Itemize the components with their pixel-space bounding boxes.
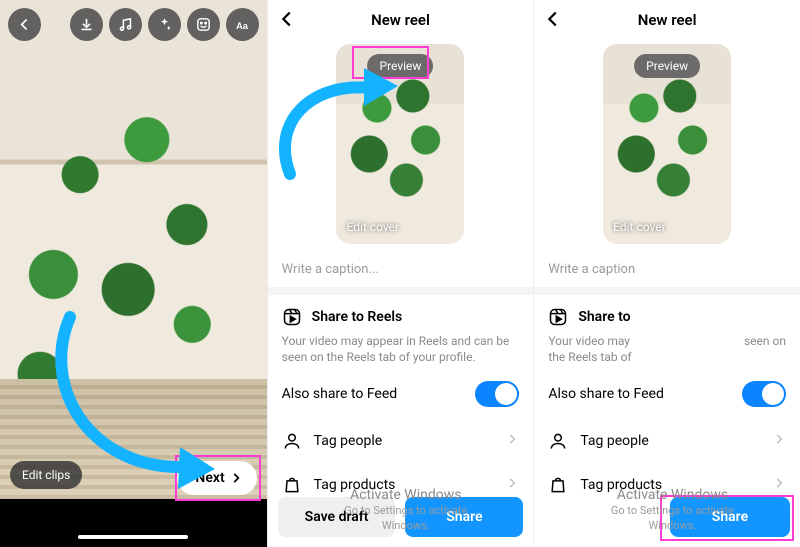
section-desc-line2: the Reels tab of [548, 349, 786, 365]
cover-thumbnail[interactable]: Preview Edit cover [336, 44, 464, 244]
section-desc: Your video may seen on [548, 333, 786, 349]
chevron-right-icon [229, 471, 243, 485]
chevron-right-icon [772, 476, 786, 494]
sticker-icon[interactable] [187, 8, 220, 41]
tag-products-label: Tag products [314, 477, 396, 493]
download-icon[interactable] [70, 8, 103, 41]
preview-button[interactable]: Preview [368, 54, 434, 78]
also-share-label: Also share to Feed [282, 386, 398, 402]
also-share-label: Also share to Feed [548, 386, 664, 402]
text-icon[interactable]: Aa [226, 8, 259, 41]
tag-people-row[interactable]: Tag people [268, 419, 534, 463]
also-share-to-feed-row: Also share to Feed [268, 369, 534, 419]
screen-new-reel-a: New reel Preview Edit cover Write a capt… [267, 0, 534, 547]
edit-cover-button[interactable]: Edit cover [613, 220, 666, 234]
chevron-right-icon [772, 432, 786, 450]
section-title: Share to [578, 309, 630, 325]
share-to-reels-section: Share to Reels Your video may appear in … [268, 295, 534, 369]
edit-cover-button[interactable]: Edit cover [346, 220, 399, 234]
svg-text:Aa: Aa [236, 21, 249, 31]
reels-icon [282, 307, 302, 327]
back-icon[interactable] [8, 8, 41, 41]
caption-input[interactable]: Write a caption... [268, 244, 534, 287]
header: New reel [268, 0, 534, 40]
header-title: New reel [638, 11, 697, 29]
tag-people-label: Tag people [580, 433, 649, 449]
chevron-right-icon [505, 432, 519, 450]
next-button[interactable]: Next [177, 461, 256, 495]
also-share-toggle[interactable] [742, 381, 786, 407]
share-button[interactable]: Share [405, 497, 523, 537]
screen-editor: Aa Edit clips Next [0, 0, 267, 547]
also-share-to-feed-row: Also share to Feed [534, 369, 800, 419]
home-indicator [78, 535, 188, 539]
divider [268, 287, 534, 295]
share-to-section: Share to Your video may seen on the Reel… [534, 295, 800, 369]
tag-people-row[interactable]: Tag people [534, 419, 800, 463]
cover-thumbnail[interactable]: Preview Edit cover [603, 44, 731, 244]
divider [534, 287, 800, 295]
share-button[interactable]: Share [670, 497, 790, 537]
footer-buttons: Share [534, 497, 800, 537]
header-title: New reel [371, 11, 430, 29]
caption-input[interactable]: Write a caption [534, 244, 800, 287]
chevron-right-icon [505, 476, 519, 494]
tag-products-label: Tag products [580, 477, 662, 493]
user-icon [282, 431, 302, 451]
screen-new-reel-b: New reel Preview Edit cover Write a capt… [533, 0, 800, 547]
back-icon[interactable] [542, 8, 564, 34]
section-desc: Your video may appear in Reels and can b… [282, 333, 520, 365]
header: New reel [534, 0, 800, 40]
next-button-label: Next [195, 470, 224, 486]
section-title: Share to Reels [312, 309, 403, 325]
back-icon[interactable] [276, 8, 298, 34]
tag-people-label: Tag people [314, 433, 383, 449]
bag-icon [548, 475, 568, 495]
bottom-bar [0, 499, 267, 547]
effects-icon[interactable] [148, 8, 181, 41]
edit-clips-button[interactable]: Edit clips [10, 461, 82, 489]
editor-toolbar: Aa [0, 8, 267, 41]
save-draft-button[interactable]: Save draft [278, 497, 396, 537]
also-share-toggle[interactable] [475, 381, 519, 407]
preview-button[interactable]: Preview [634, 54, 700, 78]
editor-canvas: Aa Edit clips Next [0, 0, 267, 547]
footer-buttons: Save draft Share [268, 497, 534, 537]
reels-icon [548, 307, 568, 327]
user-icon [548, 431, 568, 451]
music-icon[interactable] [109, 8, 142, 41]
bag-icon [282, 475, 302, 495]
